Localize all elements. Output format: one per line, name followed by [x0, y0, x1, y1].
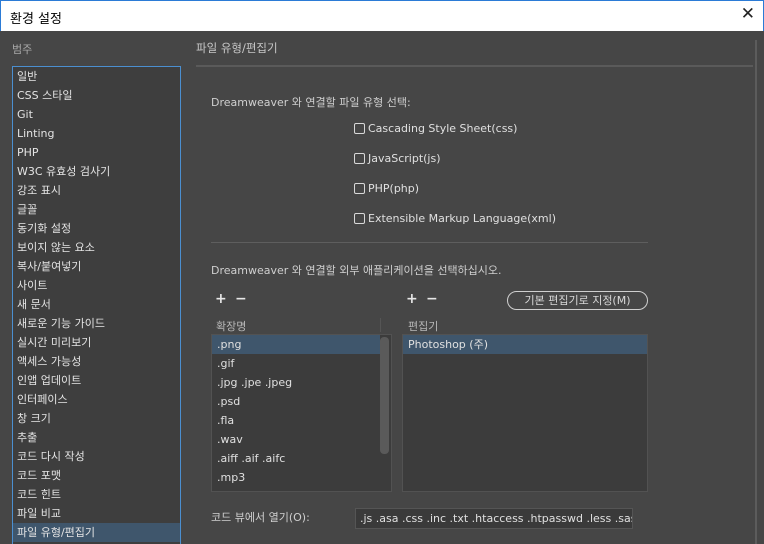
- extension-item[interactable]: .png: [212, 335, 380, 354]
- file-type-checkbox[interactable]: Cascading Style Sheet(css): [354, 122, 517, 135]
- sidebar-item[interactable]: 창 크기: [13, 409, 180, 428]
- sidebar-item[interactable]: CSS 스타일: [13, 86, 180, 105]
- sidebar-item[interactable]: 복사/붙여넣기: [13, 257, 180, 276]
- checkbox-label: Extensible Markup Language(xml): [368, 212, 556, 225]
- panel-scrollbar[interactable]: [755, 40, 757, 544]
- column-divider: [380, 318, 381, 332]
- editor-column-header: 편집기: [408, 320, 439, 333]
- window-title: 환경 설정: [10, 12, 62, 27]
- set-default-editor-button[interactable]: 기본 편집기로 지정(M): [507, 291, 648, 310]
- checkbox-icon[interactable]: [354, 183, 365, 194]
- extension-list: .png .gif .jpg .jpe .jpeg .psd .fla .wav .aiff…: [211, 334, 392, 492]
- file-type-checkbox[interactable]: Extensible Markup Language(xml): [354, 212, 556, 225]
- extension-item[interactable]: .fla: [212, 411, 391, 430]
- sidebar-item[interactable]: 글꼴: [13, 200, 180, 219]
- remove-editor-button[interactable]: −: [426, 291, 438, 307]
- sidebar-item[interactable]: 실시간 미리보기: [13, 333, 180, 352]
- file-type-checkbox[interactable]: JavaScript(js): [354, 152, 441, 165]
- sidebar-item[interactable]: Linting: [13, 124, 180, 143]
- extension-item[interactable]: .mp3: [212, 468, 391, 487]
- codeview-extensions-input[interactable]: .js .asa .css .inc .txt .htaccess .htpas…: [355, 508, 633, 529]
- sidebar-item[interactable]: 코드 다시 작성: [13, 447, 180, 466]
- checkbox-label: JavaScript(js): [368, 152, 441, 165]
- add-extension-button[interactable]: +: [215, 291, 227, 307]
- extension-item[interactable]: .aiff .aif .aifc: [212, 449, 391, 468]
- external-app-label: Dreamweaver 와 연결할 외부 애플리케이션을 선택하십시오.: [211, 264, 502, 277]
- sidebar-item[interactable]: W3C 유효성 검사기: [13, 162, 180, 181]
- sidebar-item[interactable]: 강조 표시: [13, 181, 180, 200]
- checkbox-icon[interactable]: [354, 123, 365, 134]
- sidebar-item[interactable]: Git: [13, 105, 180, 124]
- extension-item[interactable]: .psd: [212, 392, 391, 411]
- divider: [211, 242, 648, 243]
- extension-item[interactable]: .jpg .jpe .jpeg: [212, 373, 391, 392]
- sidebar-item[interactable]: 인터페이스: [13, 390, 180, 409]
- sidebar-item[interactable]: 새로운 기능 가이드: [13, 314, 180, 333]
- close-icon[interactable]: ✕: [741, 4, 755, 24]
- sidebar-item[interactable]: 추출: [13, 428, 180, 447]
- sidebar-item[interactable]: 인앱 업데이트: [13, 371, 180, 390]
- checkbox-icon[interactable]: [354, 153, 365, 164]
- checkbox-icon[interactable]: [354, 213, 365, 224]
- file-association-label: Dreamweaver 와 연결할 파일 유형 선택:: [211, 96, 411, 109]
- editor-item[interactable]: Photoshop (주): [403, 335, 647, 354]
- sidebar-item[interactable]: 일반: [13, 67, 180, 86]
- sidebar-item[interactable]: 새 문서: [13, 295, 180, 314]
- checkbox-label: PHP(php): [368, 182, 420, 195]
- extension-list-scrollbar[interactable]: [380, 337, 389, 454]
- codeview-label: 코드 뷰에서 열기(O):: [211, 511, 310, 524]
- divider: [196, 65, 753, 67]
- sidebar-item[interactable]: 코드 힌트: [13, 485, 180, 504]
- sidebar-item[interactable]: 보이지 않는 요소: [13, 238, 180, 257]
- remove-extension-button[interactable]: −: [235, 291, 247, 307]
- title-bar: 환경 설정 ✕: [0, 0, 764, 31]
- extension-column-header: 확장명: [216, 320, 247, 333]
- sidebar-item[interactable]: 사이트: [13, 276, 180, 295]
- add-editor-button[interactable]: +: [406, 291, 418, 307]
- sidebar-item[interactable]: PHP: [13, 143, 180, 162]
- file-type-checkbox[interactable]: PHP(php): [354, 182, 419, 195]
- extension-item[interactable]: .wav: [212, 430, 391, 449]
- sidebar-item[interactable]: 파일 비교: [13, 504, 180, 523]
- checkbox-label: Cascading Style Sheet(css): [368, 122, 518, 135]
- sidebar-item[interactable]: 동기화 설정: [13, 219, 180, 238]
- sidebar-item[interactable]: 액세스 가능성: [13, 352, 180, 371]
- editor-list: Photoshop (주): [402, 334, 648, 492]
- page-title: 파일 유형/편집기: [196, 41, 278, 55]
- sidebar-item[interactable]: 코드 포맷: [13, 466, 180, 485]
- category-label: 범주: [12, 43, 33, 56]
- sidebar-item[interactable]: 파일 유형/편집기: [13, 523, 180, 542]
- extension-item[interactable]: .gif: [212, 354, 391, 373]
- category-list: 일반 CSS 스타일 Git Linting PHP W3C 유효성 검사기 강조 표시 글꼴…: [12, 66, 181, 544]
